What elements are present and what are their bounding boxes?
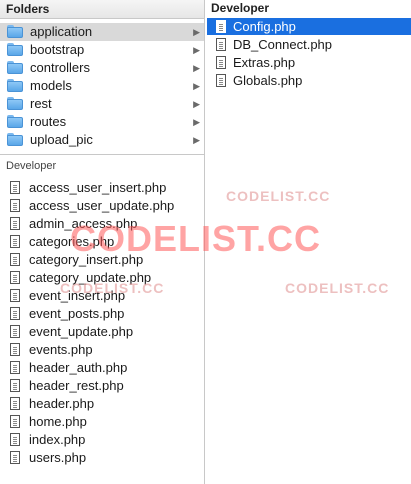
file-icon bbox=[10, 307, 20, 320]
file-icon bbox=[10, 433, 20, 446]
file-row[interactable]: header.php bbox=[0, 395, 204, 413]
file-icon bbox=[10, 451, 20, 464]
file-label: Globals.php bbox=[233, 73, 303, 88]
chevron-right-icon: ▶ bbox=[193, 99, 200, 109]
file-row[interactable]: access_user_update.php bbox=[0, 197, 204, 215]
file-label: event_posts.php bbox=[29, 306, 125, 321]
file-label: DB_Connect.php bbox=[233, 37, 333, 52]
chevron-right-icon: ▶ bbox=[193, 81, 200, 91]
folder-label: application bbox=[30, 24, 93, 39]
file-label: access_user_update.php bbox=[29, 198, 175, 213]
file-label: category_insert.php bbox=[29, 252, 144, 267]
developer-header: Developer bbox=[205, 0, 411, 17]
file-label: Config.php bbox=[233, 19, 296, 34]
file-label: event_update.php bbox=[29, 324, 134, 339]
file-row[interactable]: event_update.php bbox=[0, 323, 204, 341]
file-icon bbox=[216, 38, 226, 51]
folder-icon bbox=[7, 79, 23, 92]
folders-header: Folders bbox=[0, 0, 204, 19]
chevron-right-icon: ▶ bbox=[193, 117, 200, 127]
file-icon bbox=[10, 271, 20, 284]
folder-label: upload_pic bbox=[30, 132, 93, 147]
folder-row[interactable]: application ▶ bbox=[0, 23, 204, 41]
file-row[interactable]: admin_access.php bbox=[0, 215, 204, 233]
file-label: users.php bbox=[29, 450, 87, 465]
folder-icon bbox=[7, 25, 23, 38]
file-row[interactable]: events.php bbox=[0, 341, 204, 359]
file-icon bbox=[10, 325, 20, 338]
file-icon bbox=[10, 361, 20, 374]
folder-label: routes bbox=[30, 114, 67, 129]
chevron-right-icon: ▶ bbox=[193, 27, 200, 37]
file-row[interactable]: home.php bbox=[0, 413, 204, 431]
file-label: access_user_insert.php bbox=[29, 180, 167, 195]
file-label: events.php bbox=[29, 342, 93, 357]
folders-pane: Folders application ▶ bootstrap ▶ controller… bbox=[0, 0, 205, 484]
folder-icon bbox=[7, 43, 23, 56]
file-icon bbox=[216, 56, 226, 69]
file-row[interactable]: event_insert.php bbox=[0, 287, 204, 305]
file-label: index.php bbox=[29, 432, 86, 447]
file-label: header_rest.php bbox=[29, 378, 124, 393]
file-row[interactable]: users.php bbox=[0, 449, 204, 467]
folder-row[interactable]: rest ▶ bbox=[0, 95, 204, 113]
file-row[interactable]: Config.php bbox=[207, 18, 411, 35]
section-divider bbox=[0, 154, 204, 155]
folder-row[interactable]: bootstrap ▶ bbox=[0, 41, 204, 59]
file-icon bbox=[10, 235, 20, 248]
folder-label: models bbox=[30, 78, 72, 93]
file-row[interactable]: category_update.php bbox=[0, 269, 204, 287]
file-row[interactable]: event_posts.php bbox=[0, 305, 204, 323]
file-label: categories.php bbox=[29, 234, 115, 249]
folder-icon bbox=[7, 97, 23, 110]
chevron-right-icon: ▶ bbox=[193, 45, 200, 55]
file-label: admin_access.php bbox=[29, 216, 138, 231]
folder-row[interactable]: routes ▶ bbox=[0, 113, 204, 131]
file-row[interactable]: header_rest.php bbox=[0, 377, 204, 395]
file-icon bbox=[216, 74, 226, 87]
file-row[interactable]: access_user_insert.php bbox=[0, 179, 204, 197]
folder-label: bootstrap bbox=[30, 42, 85, 57]
file-row[interactable]: DB_Connect.php bbox=[207, 36, 411, 53]
file-icon bbox=[10, 181, 20, 194]
file-icon bbox=[10, 415, 20, 428]
file-icon bbox=[216, 20, 226, 33]
file-label: home.php bbox=[29, 414, 87, 429]
file-row[interactable]: categories.php bbox=[0, 233, 204, 251]
chevron-right-icon: ▶ bbox=[193, 135, 200, 145]
developer-section-title: Developer bbox=[6, 160, 57, 172]
file-row[interactable]: category_insert.php bbox=[0, 251, 204, 269]
file-row[interactable]: index.php bbox=[0, 431, 204, 449]
file-label: Extras.php bbox=[233, 55, 296, 70]
file-icon bbox=[10, 289, 20, 302]
file-icon bbox=[10, 343, 20, 356]
file-icon bbox=[10, 253, 20, 266]
folder-label: controllers bbox=[30, 60, 90, 75]
chevron-right-icon: ▶ bbox=[193, 63, 200, 73]
file-label: event_insert.php bbox=[29, 288, 126, 303]
file-row[interactable]: Extras.php bbox=[207, 54, 411, 71]
file-label: category_update.php bbox=[29, 270, 152, 285]
folder-icon bbox=[7, 61, 23, 74]
file-icon bbox=[10, 379, 20, 392]
file-row[interactable]: header_auth.php bbox=[0, 359, 204, 377]
developer-pane: Developer Config.php DB_Connect.php Extras… bbox=[205, 0, 411, 484]
file-label: header_auth.php bbox=[29, 360, 128, 375]
folder-icon bbox=[7, 115, 23, 128]
file-icon bbox=[10, 217, 20, 230]
file-label: header.php bbox=[29, 396, 95, 411]
file-row[interactable]: Globals.php bbox=[207, 72, 411, 89]
folder-icon bbox=[7, 133, 23, 146]
file-icon bbox=[10, 199, 20, 212]
folder-row[interactable]: upload_pic ▶ bbox=[0, 131, 204, 149]
folder-row[interactable]: controllers ▶ bbox=[0, 59, 204, 77]
folder-label: rest bbox=[30, 96, 52, 111]
folder-row[interactable]: models ▶ bbox=[0, 77, 204, 95]
file-icon bbox=[10, 397, 20, 410]
